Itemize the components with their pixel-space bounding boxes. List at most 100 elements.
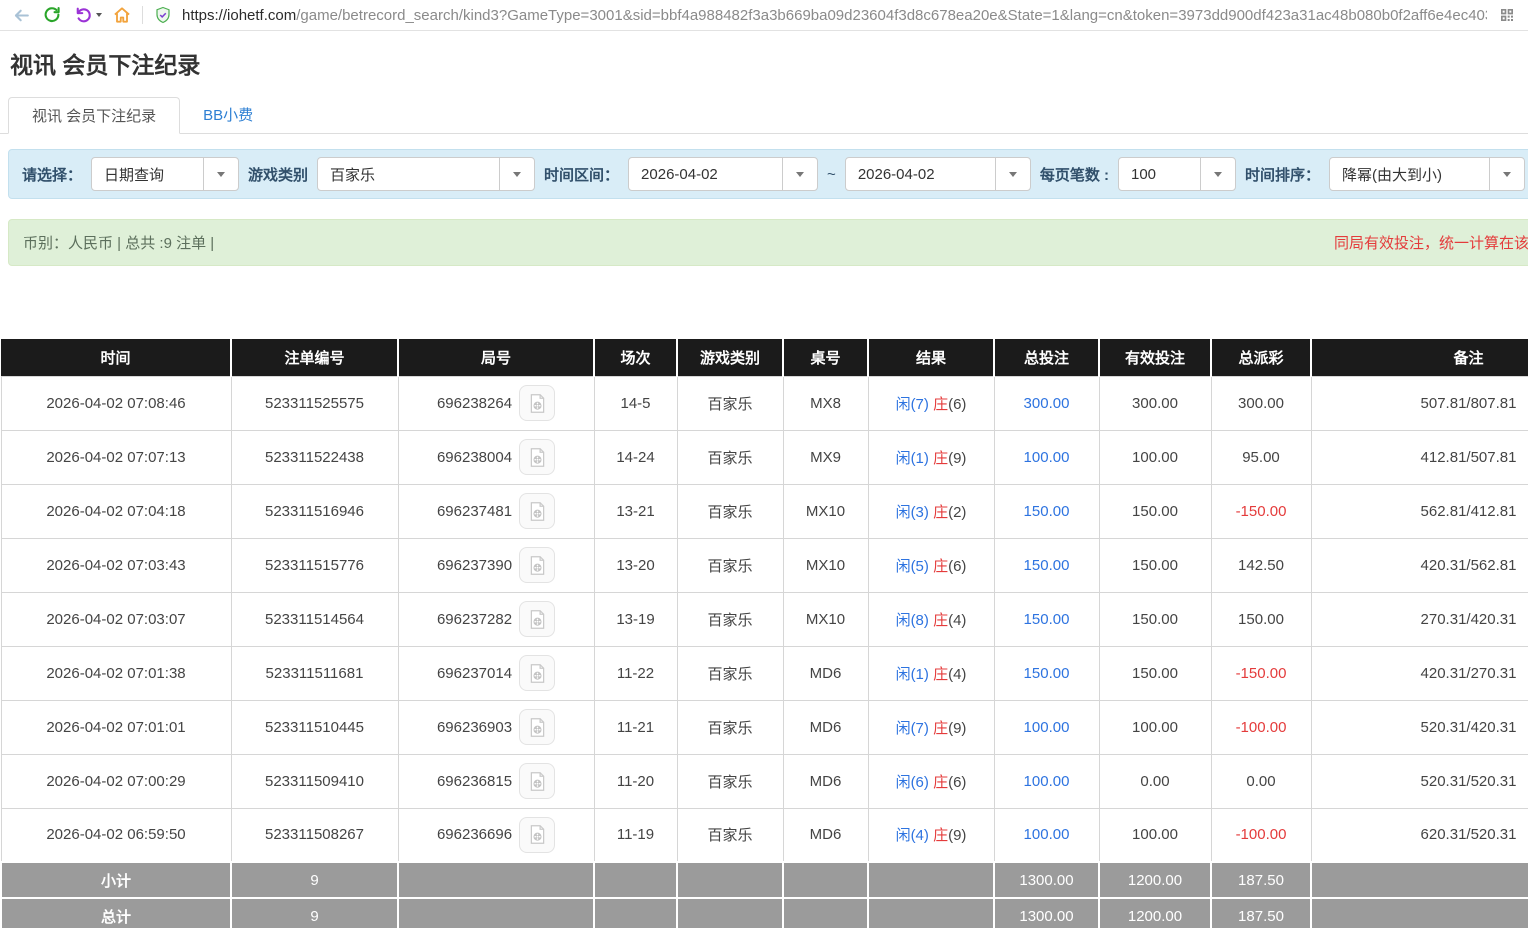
total-bet-link[interactable]: 150.00 xyxy=(1024,665,1070,682)
video-replay-button[interactable] xyxy=(519,493,555,529)
column-header: 有效投注 xyxy=(1099,339,1211,376)
table-row: 2026-04-02 07:03:43 523311515776 6962373… xyxy=(1,538,1528,592)
video-replay-button[interactable] xyxy=(519,601,555,637)
session-cell: 13-21 xyxy=(594,484,677,538)
result-banker-num: (6) xyxy=(948,774,966,791)
total-bet-link[interactable]: 100.00 xyxy=(1024,773,1070,790)
chevron-down-icon xyxy=(995,158,1030,190)
game-type-cell: 百家乐 xyxy=(677,592,783,646)
column-header: 结果 xyxy=(868,339,994,376)
date-from-select[interactable]: 2026-04-02 xyxy=(628,157,818,191)
address-bar[interactable]: https://iohetf.com/game/betrecord_search… xyxy=(152,4,1487,26)
page-title: 视讯 会员下注纪录 xyxy=(10,46,1528,80)
tab-bet-records[interactable]: 视讯 会员下注纪录 xyxy=(8,97,180,134)
note-cell: 420.31/562.81 xyxy=(1311,538,1528,592)
total-bet-link[interactable]: 100.00 xyxy=(1024,449,1070,466)
column-header: 备注 xyxy=(1311,339,1528,376)
video-replay-button[interactable] xyxy=(519,709,555,745)
qr-code-icon[interactable] xyxy=(1496,4,1518,26)
result-player: 闲(6) xyxy=(896,774,929,791)
undo-dropdown-caret[interactable] xyxy=(96,13,102,17)
round-number: 696238264 xyxy=(437,395,512,412)
time-cell: 2026-04-02 07:01:38 xyxy=(1,646,231,700)
result-banker: 庄 xyxy=(933,558,948,575)
url-text[interactable]: https://iohetf.com/game/betrecord_search… xyxy=(182,7,1487,24)
valid-bet-cell: 150.00 xyxy=(1099,592,1211,646)
total-bet-link[interactable]: 300.00 xyxy=(1024,395,1070,412)
valid-bet-cell: 100.00 xyxy=(1099,700,1211,754)
result-banker-num: (9) xyxy=(948,827,966,844)
result-player: 闲(1) xyxy=(896,666,929,683)
footer-valid-bet-cell: 1200.00 xyxy=(1099,898,1211,928)
video-replay-button[interactable] xyxy=(519,385,555,421)
column-header: 游戏类别 xyxy=(677,339,783,376)
home-icon[interactable] xyxy=(111,4,133,26)
result-cell: 闲(8) 庄(4) xyxy=(868,592,994,646)
video-replay-button[interactable] xyxy=(519,655,555,691)
round-cell: 696238264 xyxy=(398,376,594,430)
total-bet-link[interactable]: 100.00 xyxy=(1024,719,1070,736)
result-cell: 闲(3) 庄(2) xyxy=(868,484,994,538)
table-row: 2026-04-02 07:04:18 523311516946 6962374… xyxy=(1,484,1528,538)
bet-number-cell: 523311515776 xyxy=(231,538,398,592)
total-bet-link[interactable]: 150.00 xyxy=(1024,503,1070,520)
game-type-select[interactable]: 百家乐 xyxy=(317,157,535,191)
total-bet-link[interactable]: 150.00 xyxy=(1024,611,1070,628)
url-path: /game/betrecord_search/kind3?GameType=30… xyxy=(296,7,1487,24)
bet-number-cell: 523311511681 xyxy=(231,646,398,700)
round-number: 696237390 xyxy=(437,557,512,574)
footer-empty-cell xyxy=(1311,862,1528,898)
result-player: 闲(8) xyxy=(896,612,929,629)
footer-empty-cell xyxy=(868,862,994,898)
game-type-cell: 百家乐 xyxy=(677,700,783,754)
column-header: 注单编号 xyxy=(231,339,398,376)
video-replay-button[interactable] xyxy=(519,763,555,799)
back-icon[interactable] xyxy=(10,4,32,26)
time-cell: 2026-04-02 07:01:01 xyxy=(1,700,231,754)
table-row: 2026-04-02 07:00:29 523311509410 6962368… xyxy=(1,754,1528,808)
result-cell: 闲(1) 庄(4) xyxy=(868,646,994,700)
payout-cell: 300.00 xyxy=(1211,376,1311,430)
column-header: 场次 xyxy=(594,339,677,376)
sort-select[interactable]: 降幂(由大到小) xyxy=(1329,157,1525,191)
note-cell: 562.81/412.81 xyxy=(1311,484,1528,538)
total-bet-link[interactable]: 150.00 xyxy=(1024,557,1070,574)
query-type-value: 日期查询 xyxy=(92,158,203,190)
column-header: 总投注 xyxy=(994,339,1099,376)
url-domain: https://iohetf.com xyxy=(182,7,296,24)
total-bet-cell: 150.00 xyxy=(994,538,1099,592)
per-page-select[interactable]: 100 xyxy=(1118,157,1236,191)
table-row: 2026-04-02 07:01:38 523311511681 6962370… xyxy=(1,646,1528,700)
result-banker-num: (6) xyxy=(948,558,966,575)
payout-cell: -100.00 xyxy=(1211,808,1311,862)
toolbar-separator xyxy=(142,6,143,24)
column-header: 桌号 xyxy=(783,339,868,376)
sort-label: 时间排序： xyxy=(1245,164,1320,185)
chevron-down-icon xyxy=(782,158,817,190)
undo-control[interactable] xyxy=(72,4,102,26)
table-row: 2026-04-02 07:07:13 523311522438 6962380… xyxy=(1,430,1528,484)
footer-empty-cell xyxy=(398,862,594,898)
tab-bb-tips[interactable]: BB小费 xyxy=(180,96,276,133)
query-type-select[interactable]: 日期查询 xyxy=(91,157,239,191)
security-shield-icon[interactable] xyxy=(152,4,174,26)
note-cell: 420.31/270.31 xyxy=(1311,646,1528,700)
undo-icon[interactable] xyxy=(72,4,94,26)
chevron-down-icon xyxy=(499,158,534,190)
table-number-cell: MX9 xyxy=(783,430,868,484)
result-banker-num: (4) xyxy=(948,612,966,629)
total-bet-link[interactable]: 100.00 xyxy=(1024,826,1070,843)
bet-record-table: 时间注单编号局号场次游戏类别桌号结果总投注有效投注总派彩备注 2026-04-0… xyxy=(0,339,1528,928)
table-number-cell: MD6 xyxy=(783,700,868,754)
date-to-select[interactable]: 2026-04-02 xyxy=(845,157,1031,191)
total-bet-cell: 100.00 xyxy=(994,754,1099,808)
result-cell: 闲(6) 庄(6) xyxy=(868,754,994,808)
video-replay-button[interactable] xyxy=(519,439,555,475)
refresh-icon[interactable] xyxy=(41,4,63,26)
video-replay-button[interactable] xyxy=(519,547,555,583)
total-bet-cell: 300.00 xyxy=(994,376,1099,430)
tab-bar: 视讯 会员下注纪录 BB小费 xyxy=(0,96,1528,134)
video-replay-button[interactable] xyxy=(519,817,555,853)
query-type-label: 请选择： xyxy=(22,164,82,185)
session-cell: 13-20 xyxy=(594,538,677,592)
